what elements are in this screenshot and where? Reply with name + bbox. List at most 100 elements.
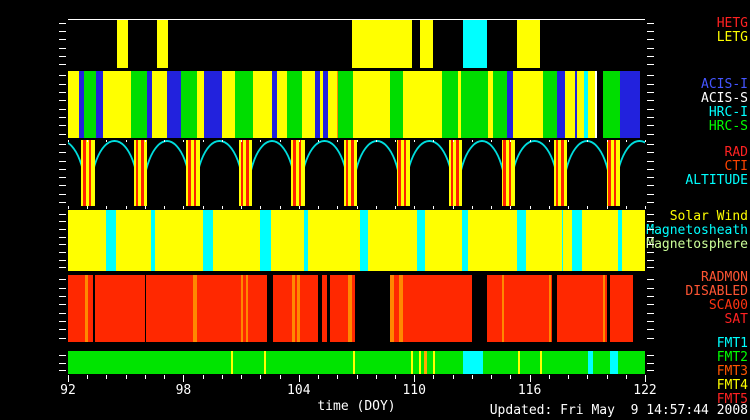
day-tick [164,375,165,379]
segment [620,71,640,138]
day-tick [318,206,319,209]
day-tick [414,140,415,142]
day-tick [587,206,588,209]
day-tick [280,206,281,209]
perigee-rad-stripe [456,140,458,206]
side-tick [59,134,66,135]
day-tick [87,206,88,209]
altitude-arc [298,140,351,206]
day-tick [222,140,223,142]
segment [472,275,487,342]
legend-gratings: HETGLETG [645,17,748,45]
perigee-marker [134,140,147,206]
x-axis-tick-labels: 9298104110116122 [68,383,645,398]
perigee-rad-stripe [293,140,295,206]
day-tick [626,375,627,379]
segment [572,210,582,271]
day-tick [145,206,146,209]
legend-label: HRC-I [645,106,748,120]
side-tick [647,296,654,297]
side-tick [59,48,66,49]
day-tick [337,206,338,209]
side-tick [59,214,66,215]
perigee-rad-stripe [451,140,453,206]
side-tick [647,329,654,330]
day-tick [357,375,358,379]
day-tick [607,206,608,209]
side-tick [647,229,654,230]
side-tick [59,321,66,322]
side-tick [59,370,66,371]
legend-label: ALTITUDE [645,174,748,188]
perigee-rad-stripe [83,140,85,206]
segment [543,71,557,138]
side-tick [59,363,66,364]
segment [151,210,154,271]
side-tick [647,169,654,170]
day-tick [241,140,242,142]
segment [222,71,235,138]
side-tick [59,244,66,245]
side-tick [59,169,66,170]
side-tick [647,185,654,186]
day-tick [106,140,107,142]
segment [562,210,563,271]
day-tick [260,140,261,142]
legend-label: CTI [645,160,748,174]
side-tick [647,338,654,339]
segment [607,275,610,342]
segment [304,210,308,271]
day-tick [453,140,454,142]
side-tick [59,23,66,24]
day-tick [530,206,531,209]
day-tick [260,206,261,209]
side-tick [59,100,66,101]
side-tick [647,279,654,280]
band-altitude [68,140,645,206]
side-tick [59,221,66,222]
segment [84,71,96,138]
segment [417,210,425,271]
side-tick [647,56,654,57]
side-tick [59,39,66,40]
legend-label: FMT3 [645,365,748,379]
day-tick [280,375,281,379]
altitude-arc [88,140,141,206]
segment [327,275,330,342]
day-tick [453,206,454,209]
legend-label: Solar Wind [645,210,748,224]
day-tick [183,140,184,142]
day-tick [645,140,646,142]
day-tick [376,206,377,209]
legend-geometry: Solar WindMagnetosheathMagnetosphere [645,210,748,252]
side-tick [647,363,654,364]
chandra-snapshot-timeline: 9298104110116122 time (DOY) HETGLETG ACI… [0,0,750,420]
day-tick [510,140,511,142]
perigee-rad-stripe [614,140,616,206]
side-tick [647,31,654,32]
day-tick [549,140,550,142]
segment [93,275,95,342]
segment [463,351,483,374]
day-tick [626,140,627,142]
segment [152,71,167,138]
segment [264,351,266,374]
side-tick [59,185,66,186]
x-tick-label: 92 [60,383,76,398]
day-tick [145,140,146,142]
day-tick [472,375,473,379]
side-tick [59,31,66,32]
day-tick [68,375,69,382]
day-tick [607,375,608,379]
x-tick-label: 104 [287,383,310,398]
day-tick [280,140,281,142]
day-tick [183,375,184,382]
segment [117,20,128,68]
x-tick-label: 98 [176,383,192,398]
day-tick [395,375,396,379]
segment [253,71,272,138]
segment [588,351,593,374]
side-tick [647,321,654,322]
side-tick [59,304,66,305]
day-tick [472,140,473,142]
